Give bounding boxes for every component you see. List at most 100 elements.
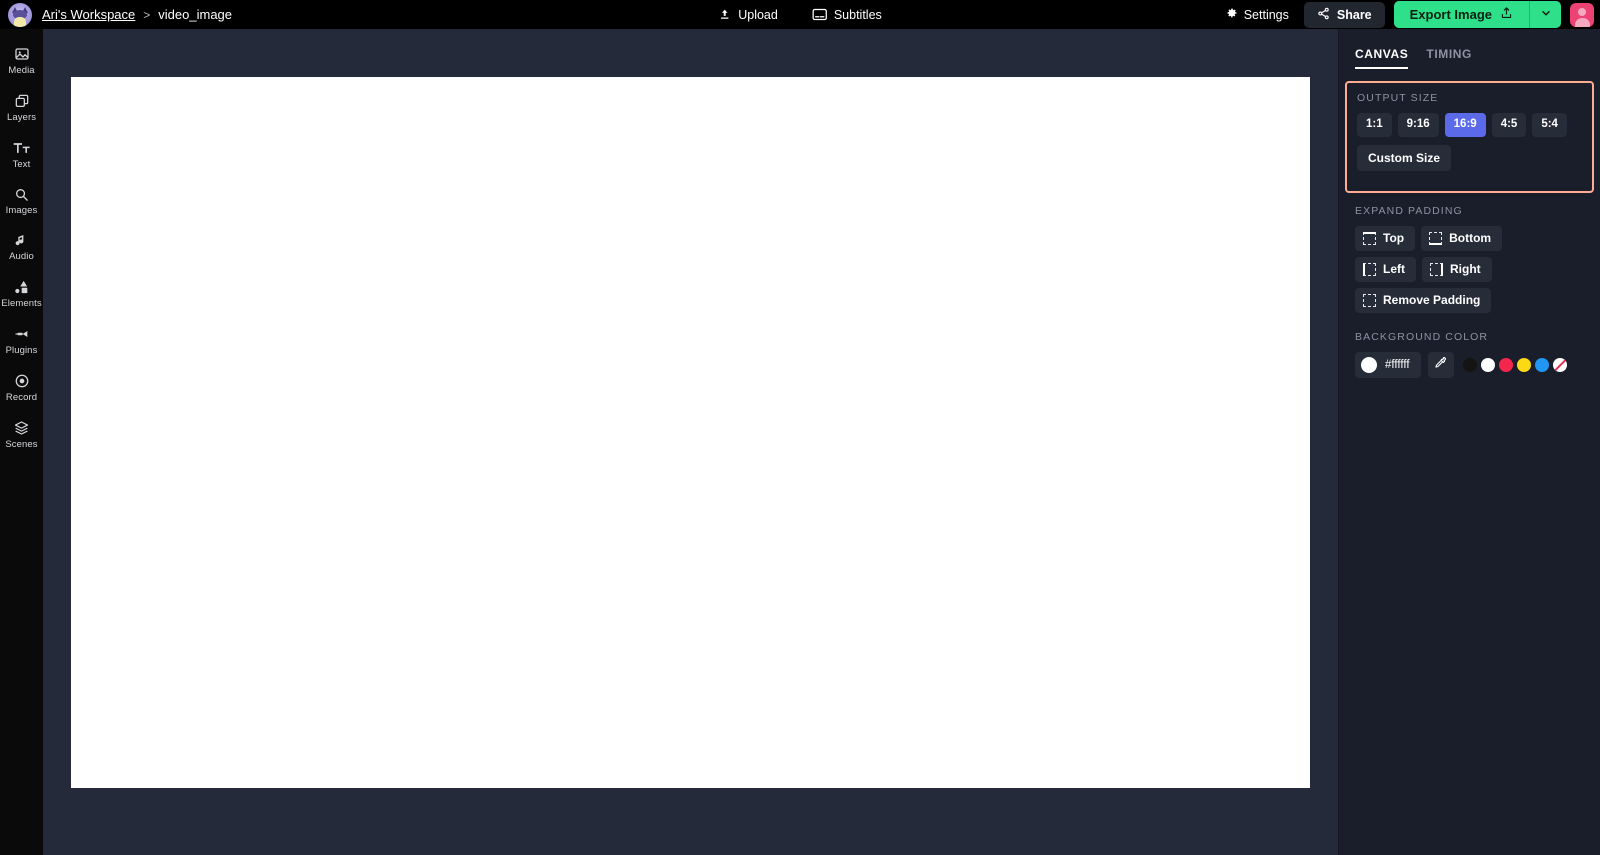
breadcrumb: Ari's Workspace > video_image	[42, 7, 232, 22]
sidebar-item-media[interactable]: Media	[0, 39, 43, 84]
sidebar-item-text[interactable]: Text	[0, 133, 43, 178]
tab-canvas[interactable]: CANVAS	[1355, 47, 1409, 69]
sidebar-item-images[interactable]: Images	[0, 180, 43, 224]
panel-tabs: CANVAS TIMING	[1339, 29, 1600, 69]
settings-button[interactable]: Settings	[1220, 3, 1295, 26]
padding-left-label: Left	[1383, 262, 1405, 276]
export-upload-icon	[1500, 6, 1513, 23]
app-root: Ari's Workspace > video_image Upload Sub…	[0, 0, 1600, 855]
upload-button[interactable]: Upload	[712, 4, 784, 26]
sidebar-item-elements[interactable]: Elements	[0, 272, 43, 317]
padding-top-label: Top	[1383, 231, 1405, 245]
sidebar-item-label: Record	[5, 392, 38, 403]
aspect-ratio-row: 1:1 9:16 16:9 4:5 5:4	[1357, 113, 1582, 137]
ratio-button-16-9[interactable]: 16:9	[1444, 113, 1486, 137]
export-button-group: Export Image	[1393, 1, 1561, 28]
eyedropper-icon	[1434, 356, 1447, 374]
swatch-black[interactable]	[1462, 357, 1477, 372]
eyedropper-button[interactable]	[1427, 351, 1454, 378]
sidebar-item-label: Elements	[1, 298, 42, 309]
search-icon	[14, 187, 29, 202]
sidebar-item-record[interactable]: Record	[0, 366, 43, 411]
preset-swatches	[1462, 357, 1567, 372]
record-circle-icon	[14, 373, 30, 389]
remove-padding-button[interactable]: Remove Padding	[1355, 287, 1492, 313]
current-color-swatch	[1361, 356, 1377, 373]
custom-size-button[interactable]: Custom Size	[1357, 144, 1452, 171]
output-size-section: OUTPUT SIZE 1:1 9:16 16:9 4:5 5:4 Custom…	[1345, 81, 1594, 193]
swatch-blue[interactable]	[1534, 357, 1549, 372]
shapes-icon	[14, 279, 30, 295]
background-color-section: BACKGROUND COLOR #ffffff	[1339, 319, 1600, 378]
swatch-yellow[interactable]	[1516, 357, 1531, 372]
music-note-icon	[14, 233, 29, 248]
sidebar-item-layers[interactable]: Layers	[0, 86, 43, 131]
padding-row-left-right: Left Right	[1355, 256, 1584, 282]
padding-row-top-bottom: Top Bottom	[1355, 225, 1584, 251]
padding-top-button[interactable]: Top	[1355, 225, 1416, 251]
workspace-avatar-icon[interactable]	[8, 2, 32, 27]
output-size-title: OUTPUT SIZE	[1357, 92, 1439, 104]
padding-right-label: Right	[1450, 262, 1481, 276]
right-properties-panel: CANVAS TIMING OUTPUT SIZE 1:1 9:16 16:9 …	[1338, 29, 1600, 855]
upload-icon	[718, 8, 731, 21]
user-avatar-icon[interactable]	[1570, 2, 1594, 27]
sidebar-item-audio[interactable]: Audio	[0, 226, 43, 270]
ratio-button-4-5[interactable]: 4:5	[1491, 113, 1527, 137]
remove-padding-label: Remove Padding	[1383, 293, 1481, 307]
subtitles-button[interactable]: Subtitles	[806, 4, 888, 26]
top-bar: Ari's Workspace > video_image Upload Sub…	[0, 0, 1600, 29]
padding-right-button[interactable]: Right	[1422, 256, 1492, 282]
gear-icon	[1226, 7, 1238, 22]
main-area: Media Layers Text Images Audio Elements …	[0, 29, 1600, 855]
text-tt-icon	[13, 140, 31, 156]
sidebar-item-scenes[interactable]: Scenes	[0, 413, 43, 458]
export-image-button[interactable]: Export Image	[1394, 1, 1529, 28]
canvas-sheet[interactable]	[71, 77, 1310, 788]
swatch-red[interactable]	[1498, 357, 1513, 372]
scenes-layers-icon	[13, 420, 30, 436]
breadcrumb-workspace-link[interactable]: Ari's Workspace	[42, 7, 135, 22]
share-button[interactable]: Share	[1303, 1, 1385, 28]
expand-padding-title: EXPAND PADDING	[1355, 204, 1463, 217]
subtitles-label: Subtitles	[833, 7, 882, 22]
subtitles-icon	[812, 8, 827, 21]
layers-stack-icon	[14, 93, 30, 109]
padding-bottom-icon	[1429, 231, 1443, 245]
upload-label: Upload	[738, 7, 778, 22]
background-hex-field[interactable]: #ffffff	[1355, 351, 1421, 378]
image-icon	[14, 46, 30, 62]
export-options-dropdown[interactable]	[1529, 1, 1561, 28]
padding-left-icon	[1363, 262, 1376, 276]
background-color-row: #ffffff	[1355, 351, 1584, 378]
share-label: Share	[1336, 7, 1372, 22]
padding-bottom-label: Bottom	[1449, 231, 1492, 245]
share-icon	[1317, 7, 1330, 23]
brand-breadcrumb-group: Ari's Workspace > video_image	[0, 2, 232, 27]
canvas-stage[interactable]	[43, 29, 1338, 855]
chevron-down-icon	[1540, 6, 1552, 24]
sidebar-item-label: Images	[5, 205, 38, 216]
plug-icon	[14, 326, 30, 342]
export-image-label: Export Image	[1409, 7, 1492, 22]
expand-padding-section: EXPAND PADDING Top Bottom Left Right Rem…	[1339, 193, 1600, 313]
padding-bottom-button[interactable]: Bottom	[1421, 225, 1503, 251]
breadcrumb-project-name[interactable]: video_image	[158, 7, 232, 22]
ratio-button-9-16[interactable]: 9:16	[1397, 113, 1439, 137]
ratio-button-5-4[interactable]: 5:4	[1532, 113, 1567, 137]
left-sidebar: Media Layers Text Images Audio Elements …	[0, 29, 43, 855]
top-center-actions: Upload Subtitles	[712, 4, 888, 26]
swatch-transparent[interactable]	[1552, 357, 1567, 372]
sidebar-item-plugins[interactable]: Plugins	[0, 319, 43, 364]
swatch-white[interactable]	[1480, 357, 1495, 372]
sidebar-item-label: Audio	[9, 251, 34, 262]
panel-body: OUTPUT SIZE 1:1 9:16 16:9 4:5 5:4 Custom…	[1339, 69, 1600, 378]
sidebar-item-label: Media	[8, 65, 35, 76]
tab-timing[interactable]: TIMING	[1426, 47, 1472, 69]
sidebar-item-label: Layers	[6, 112, 37, 123]
settings-label: Settings	[1243, 7, 1289, 22]
breadcrumb-separator: >	[143, 7, 151, 22]
ratio-button-1-1[interactable]: 1:1	[1357, 113, 1392, 137]
padding-top-icon	[1363, 231, 1376, 245]
padding-left-button[interactable]: Left	[1355, 256, 1416, 282]
